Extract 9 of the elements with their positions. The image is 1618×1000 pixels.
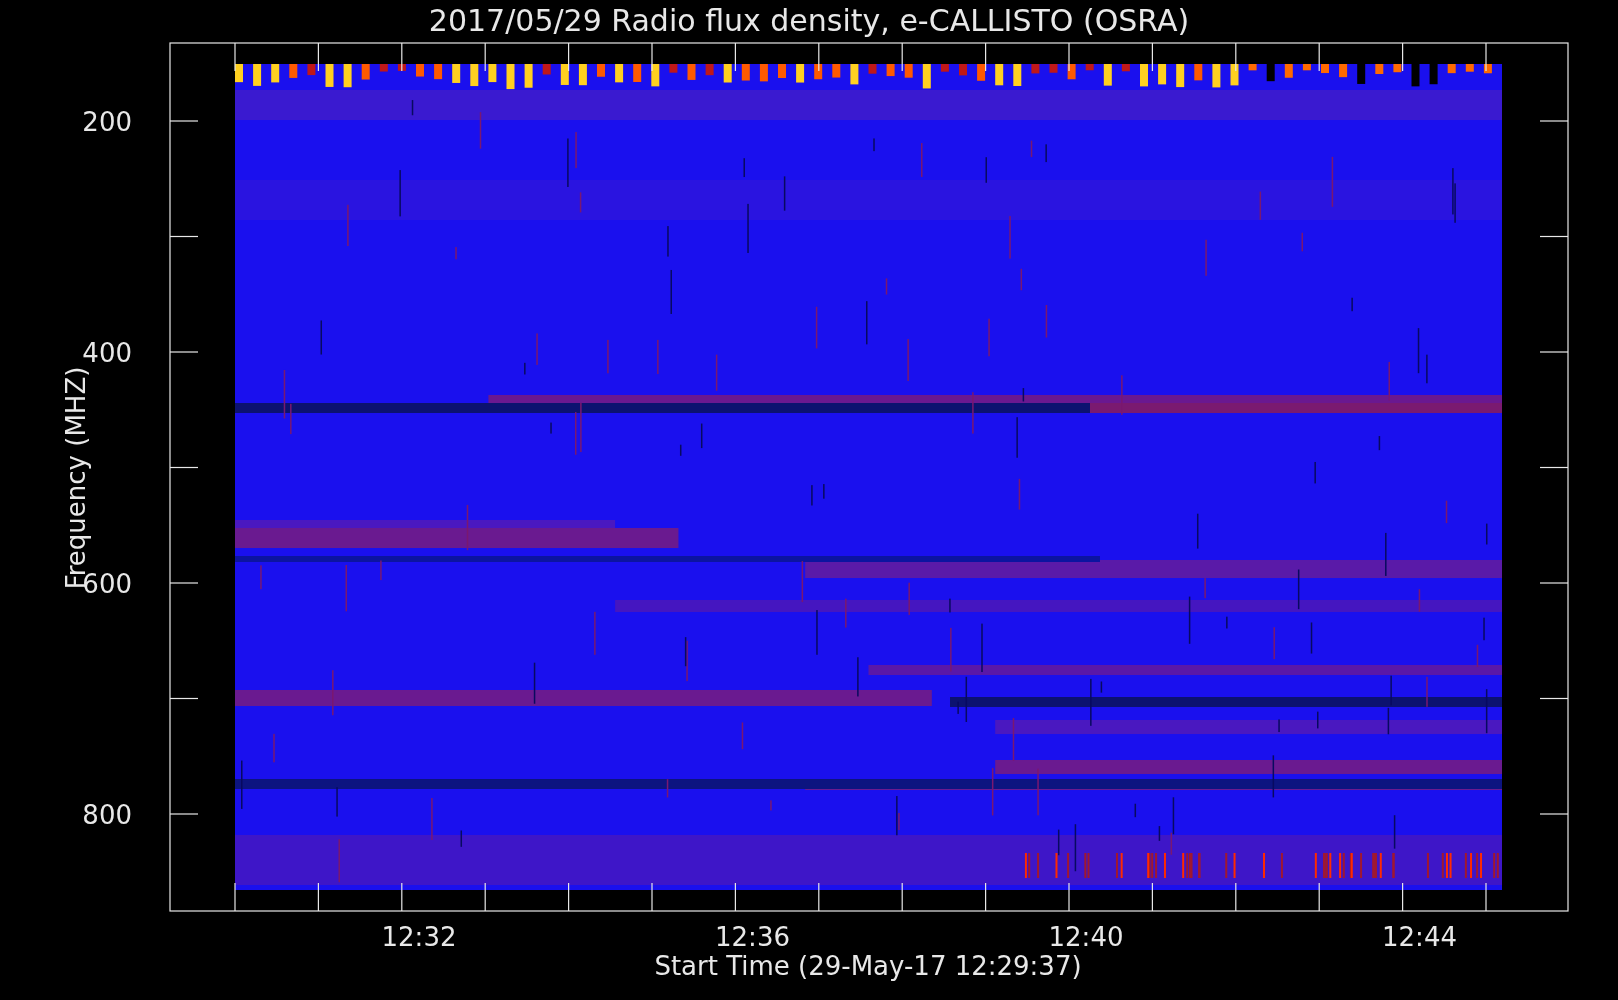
- y-tick-label: 400: [82, 338, 132, 368]
- chart-title: 2017/05/29 Radio flux density, e-CALLISTO (OSRA): [428, 3, 1190, 38]
- x-tick-label: 12:32: [381, 922, 457, 952]
- x-tick-label: 12:40: [1048, 922, 1124, 952]
- y-tick-label: 200: [82, 107, 132, 137]
- x-axis-title: Start Time (29-May-17 12:29:37): [654, 951, 1082, 981]
- x-tick-label: 12:36: [715, 922, 790, 952]
- y-tick-label: 800: [82, 800, 132, 830]
- x-tick-label: 12:44: [1382, 922, 1457, 952]
